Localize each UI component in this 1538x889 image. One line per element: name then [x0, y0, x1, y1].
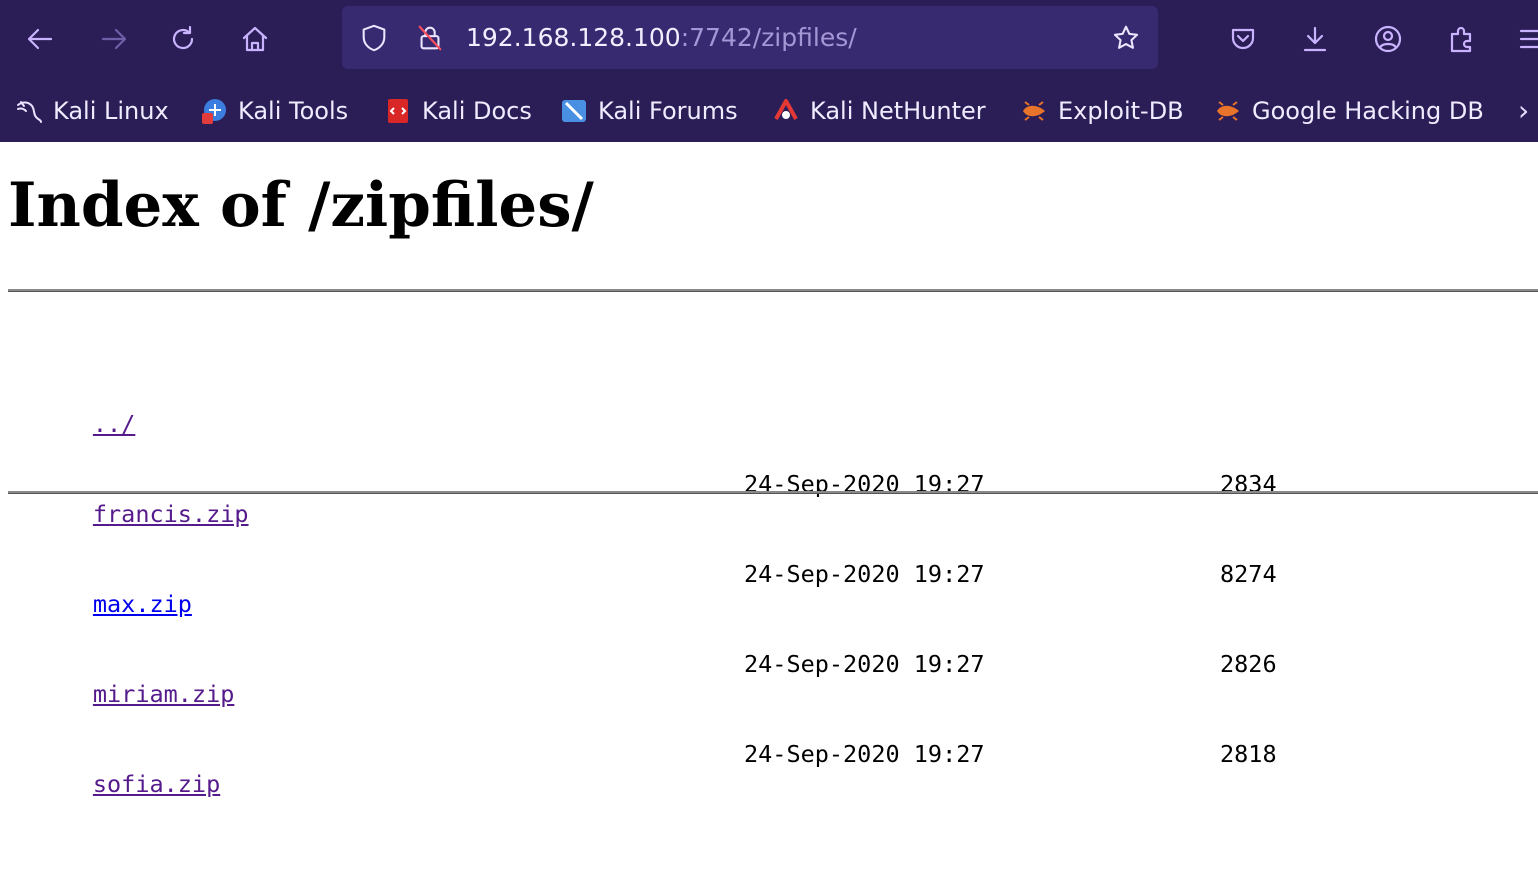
file-size: 8274	[1220, 560, 1277, 588]
insecure-connection-lock-icon[interactable]	[412, 20, 448, 56]
bookmark-label: Kali Forums	[598, 97, 738, 125]
bookmark-google-hacking-db[interactable]: Google Hacking DB	[1214, 94, 1484, 128]
file-link[interactable]: max.zip	[93, 590, 192, 618]
hamburger-menu-icon	[1519, 29, 1538, 49]
parent-directory-link[interactable]: ../	[93, 410, 135, 438]
download-icon	[1303, 26, 1327, 52]
file-date: 24-Sep-2020 19:27	[744, 650, 985, 678]
bookmark-exploit-db[interactable]: Exploit-DB	[1020, 94, 1184, 128]
file-row: max.zip 24-Sep-2020 19:27 8274	[8, 559, 1277, 618]
file-link[interactable]: miriam.zip	[93, 680, 234, 708]
home-button[interactable]	[234, 18, 276, 60]
file-size: 2834	[1220, 470, 1277, 498]
bookmark-label: Kali Linux	[53, 97, 169, 125]
forward-arrow-icon	[101, 28, 127, 50]
top-divider	[8, 289, 1538, 292]
kali-dragon-icon	[15, 97, 43, 125]
extensions-button[interactable]	[1440, 18, 1482, 60]
bookmark-label: Kali NetHunter	[810, 97, 986, 125]
bookmark-label: Kali Docs	[422, 97, 532, 125]
reload-button[interactable]	[162, 18, 204, 60]
file-row: miriam.zip 24-Sep-2020 19:27 2826	[8, 649, 1277, 708]
reload-icon	[172, 25, 194, 50]
bookmark-star-icon[interactable]	[1108, 20, 1144, 56]
exploit-db-icon	[1214, 97, 1242, 125]
forward-button[interactable]	[93, 18, 135, 60]
pocket-button[interactable]	[1222, 18, 1264, 60]
back-button[interactable]	[19, 18, 61, 60]
kali-nethunter-icon	[772, 97, 800, 125]
home-icon	[242, 26, 268, 52]
bookmark-kali-docs[interactable]: Kali Docs	[384, 94, 532, 128]
file-listing: ../ francis.zip 24-Sep-2020 19:27 2834 m…	[8, 319, 1277, 829]
page-content: Index of /zipfiles/ ../ francis.zip 24-S…	[0, 142, 1538, 798]
bookmark-label: Kali Tools	[238, 97, 349, 125]
page-title: Index of /zipfiles/	[8, 170, 594, 241]
file-link[interactable]: francis.zip	[93, 500, 249, 528]
bookmark-kali-linux[interactable]: Kali Linux	[15, 94, 169, 128]
back-arrow-icon	[27, 28, 53, 50]
bookmark-label: Exploit-DB	[1058, 97, 1184, 125]
bookmark-kali-nethunter[interactable]: Kali NetHunter	[772, 94, 986, 128]
file-size: 2818	[1220, 740, 1277, 768]
kali-forums-icon	[560, 97, 588, 125]
file-link[interactable]: sofia.zip	[93, 770, 220, 798]
pocket-icon	[1231, 28, 1255, 50]
file-date: 24-Sep-2020 19:27	[744, 560, 985, 588]
kali-tools-icon	[200, 97, 228, 125]
bookmark-kali-forums[interactable]: Kali Forums	[560, 94, 738, 128]
bookmark-kali-tools[interactable]: Kali Tools	[200, 94, 348, 128]
downloads-button[interactable]	[1294, 18, 1336, 60]
url-path: :7742/zipfiles/	[680, 23, 857, 52]
account-icon	[1374, 25, 1402, 53]
url-bar[interactable]: 192.168.128.100:7742/zipfiles/	[342, 6, 1158, 69]
bookmarks-toolbar: Kali Linux Kali Tools Kali Docs Kali For…	[0, 80, 1538, 142]
account-button[interactable]	[1367, 18, 1409, 60]
tracking-protection-shield-icon[interactable]	[356, 20, 392, 56]
puzzle-piece-icon	[1450, 26, 1472, 53]
exploit-db-icon	[1020, 97, 1048, 125]
bottom-divider	[8, 491, 1538, 494]
parent-directory-row: ../	[8, 379, 249, 438]
file-size: 2826	[1220, 650, 1277, 678]
browser-toolbar: 192.168.128.100:7742/zipfiles/	[0, 0, 1538, 80]
file-date: 24-Sep-2020 19:27	[744, 470, 985, 498]
file-row: francis.zip 24-Sep-2020 19:27 2834	[8, 469, 1277, 528]
kali-docs-icon	[384, 97, 412, 125]
url-host: 192.168.128.100	[466, 23, 681, 52]
app-menu-button[interactable]	[1508, 18, 1538, 60]
url-text[interactable]: 192.168.128.100:7742/zipfiles/	[466, 21, 857, 55]
file-date: 24-Sep-2020 19:27	[744, 740, 985, 768]
bookmark-label: Google Hacking DB	[1252, 97, 1484, 125]
more-bookmarks-chevron-icon[interactable]: ›	[1518, 94, 1529, 128]
file-row: sofia.zip 24-Sep-2020 19:27 2818	[8, 739, 1277, 798]
